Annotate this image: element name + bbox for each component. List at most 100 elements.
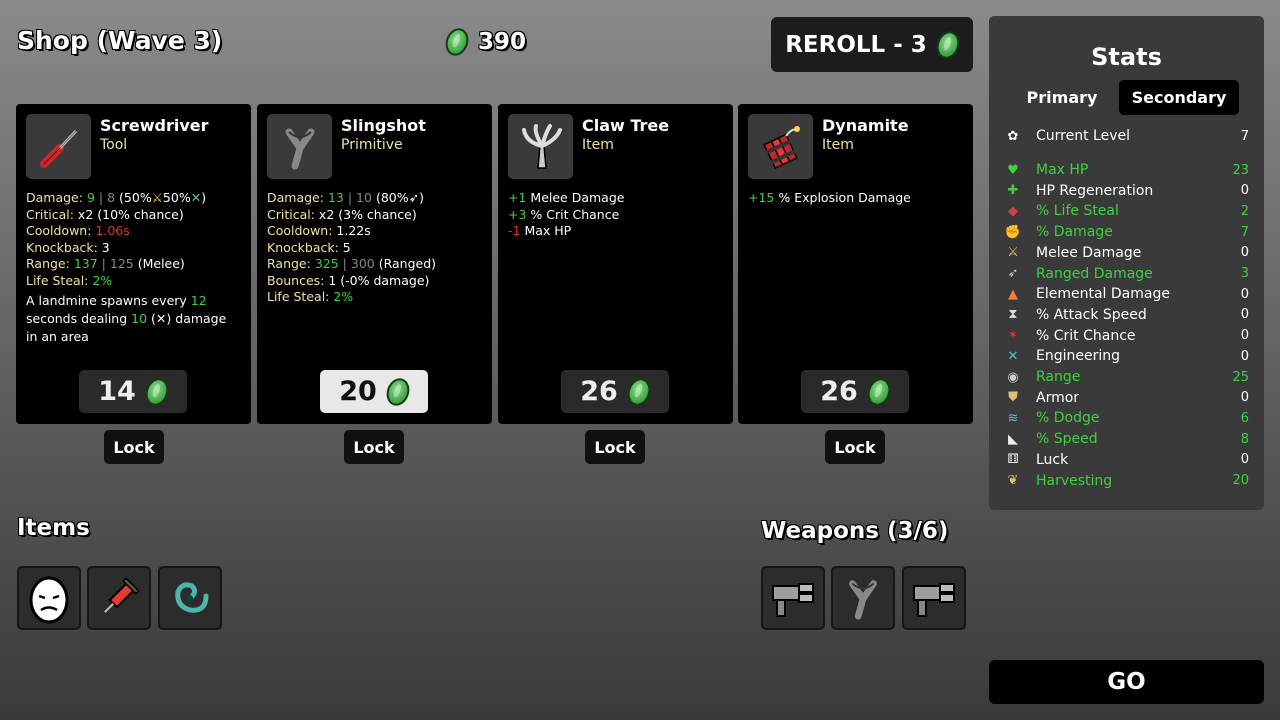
- stat-label: Max HP: [1036, 162, 1089, 178]
- stat-label: Engineering: [1036, 348, 1120, 365]
- stat-row: ➶ Ranged Damage 3: [1004, 264, 1249, 284]
- shop-card-claw-tree[interactable]: Claw Tree Item +1 Melee Damage +3 % Crit…: [498, 104, 733, 424]
- syringe-icon: [104, 577, 140, 613]
- lock-button[interactable]: Lock: [344, 430, 404, 464]
- stat-row: ⧗ % Attack Speed 0: [1004, 305, 1249, 325]
- price-amount: 26: [580, 376, 618, 407]
- sword-icon: ⚔: [151, 190, 163, 205]
- card-name: Dynamite: [822, 116, 909, 135]
- screwdriver-icon: [26, 114, 91, 179]
- stat-value: 3: [1240, 266, 1249, 281]
- gold-amount: 390: [478, 29, 527, 55]
- stat-label: Luck: [1036, 451, 1069, 468]
- stat-value: 0: [1240, 328, 1249, 344]
- stat-value: 0: [1240, 452, 1249, 468]
- coin-icon: [441, 25, 473, 59]
- hourglass-icon: ⧗: [1008, 307, 1018, 323]
- stat-value: 7: [1240, 224, 1249, 240]
- spiral-icon: [175, 582, 209, 613]
- stat-row: ✕ Engineering 0: [1004, 346, 1249, 366]
- stat-value: 0: [1240, 286, 1249, 302]
- lock-button[interactable]: Lock: [585, 430, 645, 464]
- stat-row: ✶ % Crit Chance 0: [1004, 326, 1249, 346]
- flame-icon: ▲: [1008, 286, 1018, 302]
- stat-value: 7: [1240, 128, 1249, 144]
- reroll-button[interactable]: REROLL - 3: [771, 17, 973, 72]
- tab-primary[interactable]: Primary: [1017, 80, 1107, 115]
- card-effects: +1 Melee Damage +3 % Crit Chance -1 Max …: [508, 190, 624, 240]
- weapon-slot[interactable]: [902, 566, 966, 630]
- item-slot[interactable]: [17, 566, 81, 630]
- buy-button[interactable]: 20: [320, 370, 428, 413]
- card-type: Tool: [100, 137, 128, 153]
- bow-icon: ➶: [1007, 266, 1019, 281]
- engineering-icon: ✕: [190, 190, 202, 205]
- price-amount: 26: [820, 376, 858, 407]
- regen-icon: ✚: [1007, 183, 1019, 199]
- buy-button[interactable]: 14: [79, 370, 187, 413]
- shop-card-dynamite[interactable]: Dynamite Item +15 % Explosion Damage 26: [738, 104, 973, 424]
- go-button[interactable]: GO: [989, 660, 1264, 704]
- stat-label: % Life Steal: [1036, 203, 1119, 220]
- stat-row: ≋ % Dodge 6: [1004, 408, 1249, 428]
- stat-label: Melee Damage: [1036, 244, 1142, 261]
- card-type: Primitive: [341, 137, 403, 153]
- weapon-slot[interactable]: [831, 566, 895, 630]
- effect-line: -1 Max HP: [508, 223, 572, 238]
- stat-row: ⛊ Armor 0: [1004, 388, 1249, 408]
- price-amount: 14: [98, 376, 136, 407]
- shop-title: Shop (Wave 3): [17, 26, 223, 55]
- lock-button[interactable]: Lock: [104, 430, 164, 464]
- stat-label: % Dodge: [1036, 410, 1100, 427]
- weapon-slot[interactable]: [761, 566, 825, 630]
- effect-line: +1 Melee Damage: [508, 190, 625, 205]
- stat-value: 6: [1240, 410, 1249, 426]
- sword-icon: ⚔: [1007, 245, 1019, 261]
- shop-card-screwdriver[interactable]: Screwdriver Tool Damage: 9 | 8 (50%⚔50%✕…: [16, 104, 251, 424]
- reroll-label: REROLL - 3: [785, 31, 927, 58]
- crit-icon: ✶: [1007, 328, 1019, 344]
- stat-label: Range: [1036, 369, 1081, 385]
- minigun-icon: [913, 583, 955, 617]
- buy-button[interactable]: 26: [801, 370, 909, 413]
- stat-label: Armor: [1036, 389, 1080, 406]
- stat-label: Elemental Damage: [1036, 286, 1170, 303]
- coin-icon: [141, 374, 172, 409]
- stat-value: 0: [1240, 307, 1249, 323]
- coin-icon: [382, 374, 413, 409]
- tab-secondary[interactable]: Secondary: [1119, 80, 1239, 115]
- stat-value: 0: [1240, 245, 1249, 261]
- stat-row: ✚ HP Regeneration 0: [1004, 181, 1249, 201]
- gold-counter: 390: [441, 25, 527, 59]
- stat-label: % Attack Speed: [1036, 306, 1147, 323]
- card-description: A landmine spawns every 12 seconds deali…: [26, 293, 227, 344]
- slingshot-icon: [849, 580, 877, 620]
- item-slot[interactable]: [158, 566, 222, 630]
- stat-label: HP Regeneration: [1036, 182, 1154, 199]
- stats-panel: Stats Primary Secondary ✿ Current Level …: [989, 16, 1264, 510]
- range-icon: ◉: [1007, 369, 1019, 385]
- card-name: Screwdriver: [100, 116, 209, 135]
- stat-label: % Damage: [1036, 224, 1113, 241]
- stat-value: 0: [1240, 183, 1249, 199]
- stat-value: 25: [1232, 369, 1249, 385]
- lifesteal-icon: ◆: [1008, 203, 1018, 219]
- stat-label: % Crit Chance: [1036, 327, 1136, 344]
- claw-tree-icon: [508, 114, 573, 179]
- stat-row: ▲ Elemental Damage 0: [1004, 284, 1249, 304]
- items-title: Items: [17, 515, 90, 541]
- heart-icon: ♥: [1007, 162, 1019, 178]
- stat-row: ⚔ Melee Damage 0: [1004, 243, 1249, 263]
- effect-line: +3 % Crit Chance: [508, 206, 620, 222]
- lock-button[interactable]: Lock: [825, 430, 885, 464]
- item-slot[interactable]: [87, 566, 151, 630]
- damage-icon: ✊: [1004, 224, 1022, 240]
- stat-value: 0: [1240, 390, 1249, 406]
- shop-card-slingshot[interactable]: Slingshot Primitive Damage: 13 | 10 (80%…: [257, 104, 492, 424]
- price-amount: 20: [339, 376, 377, 407]
- egg-icon: [29, 576, 69, 624]
- stat-value: 0: [1240, 348, 1249, 364]
- buy-button[interactable]: 26: [561, 370, 669, 413]
- stat-row: ✊ % Damage 7: [1004, 222, 1249, 242]
- stat-value: 8: [1240, 431, 1249, 447]
